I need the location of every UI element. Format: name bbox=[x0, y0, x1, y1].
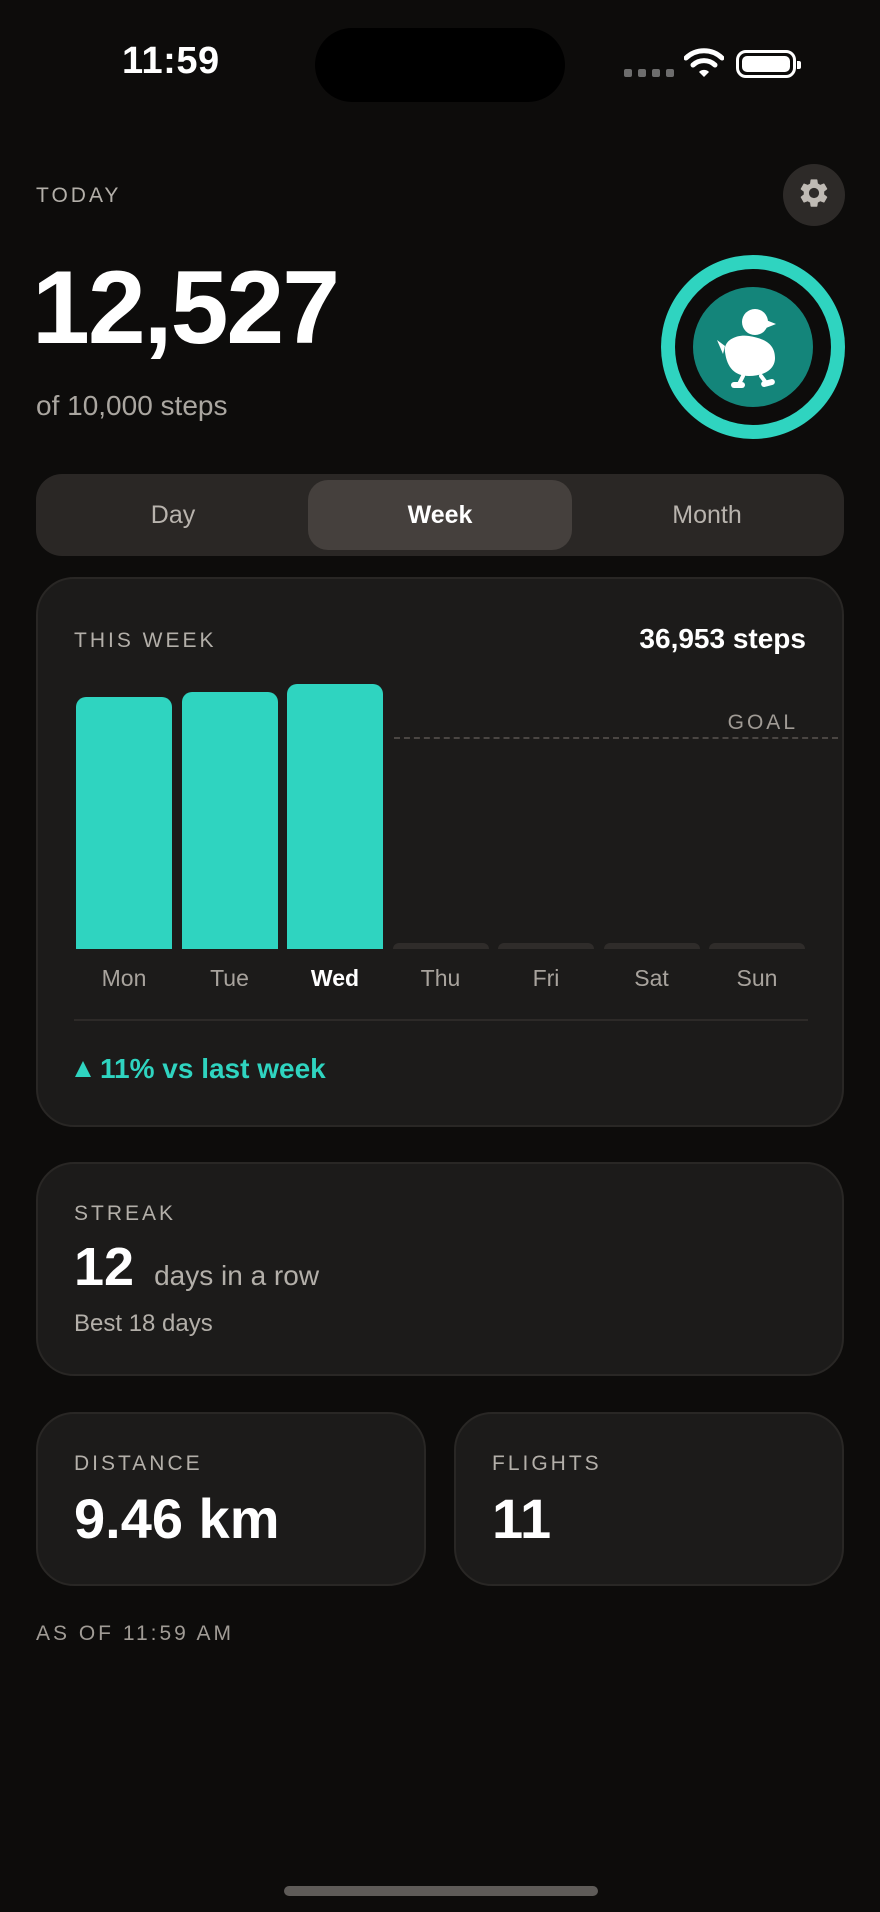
trend-indicator: 11% vs last week bbox=[74, 1053, 326, 1085]
wifi-icon bbox=[683, 48, 725, 83]
bar-mon[interactable] bbox=[76, 696, 172, 949]
tab-day[interactable]: Day bbox=[42, 480, 304, 550]
period-segmented-control: Day Week Month bbox=[36, 474, 844, 556]
distance-value: 9.46 km bbox=[74, 1487, 280, 1550]
streak-unit: days in a row bbox=[154, 1260, 320, 1291]
day-label-sun: Sun bbox=[736, 965, 778, 991]
bar-thu[interactable] bbox=[392, 943, 489, 949]
duck-icon bbox=[713, 300, 793, 395]
day-label-sat: Sat bbox=[634, 965, 669, 991]
settings-button[interactable] bbox=[783, 164, 845, 226]
goal-ring[interactable] bbox=[661, 255, 845, 439]
bar-wed[interactable] bbox=[287, 684, 383, 949]
streak-best: Best 18 days bbox=[74, 1310, 213, 1337]
bar-tue[interactable] bbox=[181, 692, 278, 949]
streak-label: STREAK bbox=[74, 1202, 177, 1225]
distance-label: DISTANCE bbox=[74, 1452, 203, 1475]
flights-value: 11 bbox=[492, 1487, 552, 1550]
cellular-signal-icon bbox=[624, 69, 674, 77]
day-label-wed: Wed bbox=[310, 965, 360, 991]
today-steps: 12,527 bbox=[32, 250, 340, 366]
gear-icon bbox=[797, 176, 831, 215]
goal-line bbox=[394, 737, 838, 739]
bar-sun[interactable] bbox=[709, 943, 805, 949]
goal-label: GOAL bbox=[727, 711, 798, 734]
triangle-up-icon bbox=[74, 1053, 92, 1085]
distance-card[interactable]: DISTANCE 9.46 km bbox=[36, 1412, 426, 1586]
flights-label: FLIGHTS bbox=[492, 1452, 602, 1475]
streak-value: 12 bbox=[74, 1237, 135, 1297]
battery-icon bbox=[736, 50, 801, 78]
day-label-thu: Thu bbox=[420, 965, 461, 991]
day-label-fri: Fri bbox=[532, 965, 560, 991]
streak-row: 12 days in a row bbox=[74, 1236, 319, 1298]
week-total-steps: 36,953 steps bbox=[639, 623, 806, 654]
tab-week[interactable]: Week bbox=[308, 480, 572, 550]
bar-fri[interactable] bbox=[498, 943, 594, 949]
trend-text: 11% vs last week bbox=[100, 1053, 326, 1084]
steps-goal-text: of 10,000 steps bbox=[36, 390, 228, 421]
day-label-tue: Tue bbox=[210, 965, 249, 991]
home-indicator[interactable] bbox=[284, 1886, 598, 1896]
flights-card[interactable]: FLIGHTS 11 bbox=[454, 1412, 844, 1586]
week-card[interactable]: THIS WEEK 36,953 steps GOAL Mon Tue Wed Thu… bbox=[36, 577, 844, 1127]
bar-sat[interactable] bbox=[603, 943, 700, 949]
tab-month[interactable]: Month bbox=[576, 480, 838, 550]
week-card-title: THIS WEEK bbox=[74, 629, 217, 652]
period-label: TODAY bbox=[36, 184, 122, 207]
updated-timestamp: AS OF 11:59 AM bbox=[36, 1622, 235, 1645]
card-divider bbox=[74, 1019, 808, 1021]
streak-card[interactable]: STREAK 12 days in a row Best 18 days bbox=[36, 1162, 844, 1376]
dynamic-island bbox=[315, 28, 565, 102]
day-label-mon: Mon bbox=[101, 965, 147, 991]
status-time: 11:59 bbox=[122, 40, 220, 82]
